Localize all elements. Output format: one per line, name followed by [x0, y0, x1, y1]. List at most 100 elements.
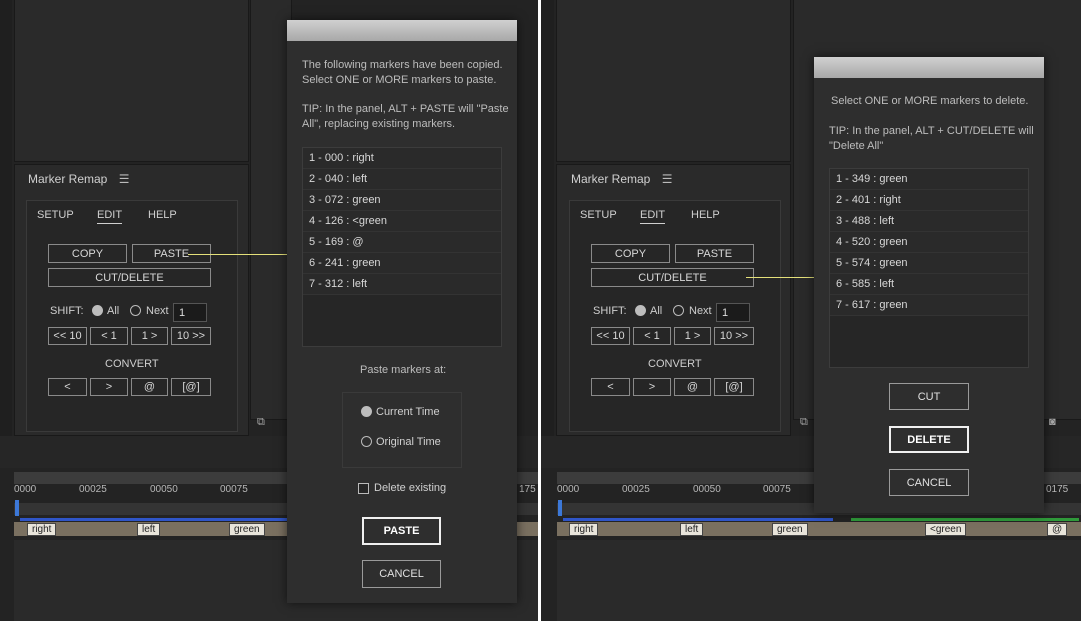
copy-button[interactable]: COPY	[48, 244, 127, 263]
current-time-label: Current Time	[376, 406, 440, 418]
tab-edit[interactable]: EDIT	[640, 209, 666, 224]
timeline-marker[interactable]: right	[27, 523, 57, 536]
cut-delete-button[interactable]: CUT/DELETE	[48, 268, 211, 287]
original-time-radio[interactable]	[361, 436, 372, 447]
delete-button[interactable]: DELETE	[889, 426, 969, 453]
list-item[interactable]: 5 - 574 : green	[830, 253, 1028, 274]
delete-dialog: Select ONE or MORE markers to delete. TI…	[814, 57, 1044, 513]
shift-amount-input[interactable]: 1	[716, 303, 750, 322]
playhead[interactable]	[558, 500, 562, 516]
tab-edit[interactable]: EDIT	[97, 209, 123, 224]
list-item[interactable]: 2 - 040 : left	[303, 169, 501, 190]
tick-label: 00025	[79, 484, 107, 495]
dialog-tip: TIP: In the panel, ALT + PASTE will "Pas…	[302, 103, 509, 130]
paste-at-label: Paste markers at:	[360, 364, 447, 376]
list-item[interactable]: 7 - 312 : left	[303, 274, 501, 295]
delete-existing-label: Delete existing	[374, 482, 447, 494]
convert-right-button[interactable]: >	[633, 378, 671, 396]
original-time-label: Original Time	[376, 436, 441, 448]
upper-left-pane	[14, 0, 249, 162]
shift-next-radio[interactable]	[130, 305, 141, 316]
list-item[interactable]: 1 - 000 : right	[303, 148, 501, 169]
timeline-marker[interactable]: <green	[925, 523, 967, 536]
camera-icon[interactable]: ◙	[1049, 416, 1056, 428]
paste-button[interactable]: PASTE	[675, 244, 754, 263]
tick-label: 0175	[1046, 484, 1069, 495]
cancel-button[interactable]: CANCEL	[889, 469, 969, 496]
convert-right-button[interactable]: >	[90, 378, 128, 396]
paste-confirm-button[interactable]: PASTE	[362, 517, 441, 545]
cancel-button[interactable]: CANCEL	[362, 560, 441, 588]
dialog-title-bar	[814, 57, 1044, 78]
timeline-marker[interactable]: right	[569, 523, 599, 536]
convert-bracket-at-button[interactable]: [@]	[714, 378, 754, 396]
shift-fwd-1-button[interactable]: 1 >	[131, 327, 168, 345]
shift-all-radio[interactable]	[635, 305, 646, 316]
tick-label: 0000	[557, 484, 580, 495]
tick-label: 00050	[150, 484, 178, 495]
dialog-intro: Select ONE or MORE markers to delete.	[831, 95, 1029, 107]
shift-fwd-10-button[interactable]: 10 >>	[171, 327, 211, 345]
shift-all-label: All	[107, 305, 120, 317]
left-edge	[0, 0, 12, 440]
tab-setup[interactable]: SETUP	[580, 209, 617, 221]
cut-button[interactable]: CUT	[889, 383, 969, 410]
convert-at-button[interactable]: @	[131, 378, 168, 396]
list-item[interactable]: 4 - 520 : green	[830, 232, 1028, 253]
shift-back-10-button[interactable]: << 10	[48, 327, 87, 345]
timeline-marker[interactable]: @	[1047, 523, 1068, 536]
hamburger-menu-icon[interactable]: ☰	[119, 172, 130, 186]
left-screenshot: Marker Remap ☰ SETUP EDIT HELP COPY PAST…	[0, 0, 541, 621]
panel-title: Marker Remap ☰	[571, 172, 672, 186]
convert-bracket-at-button[interactable]: [@]	[171, 378, 211, 396]
tick-label: 00025	[622, 484, 650, 495]
shift-fwd-10-button[interactable]: 10 >>	[714, 327, 754, 345]
green-track	[851, 518, 1079, 521]
timeline-marker[interactable]: green	[229, 523, 265, 536]
list-item[interactable]: 3 - 072 : green	[303, 190, 501, 211]
convert-at-button[interactable]: @	[674, 378, 711, 396]
convert-label: CONVERT	[105, 358, 159, 370]
copy-button[interactable]: COPY	[591, 244, 670, 263]
current-time-radio[interactable]	[361, 406, 372, 417]
timeline-marker[interactable]: green	[772, 523, 808, 536]
shift-next-radio[interactable]	[673, 305, 684, 316]
list-item[interactable]: 6 - 585 : left	[830, 274, 1028, 295]
shift-all-radio[interactable]	[92, 305, 103, 316]
tick-label: 00075	[763, 484, 791, 495]
upper-right-pane	[250, 0, 292, 420]
list-item[interactable]: 5 - 169 : @	[303, 232, 501, 253]
tab-help[interactable]: HELP	[691, 209, 720, 221]
list-item[interactable]: 7 - 617 : green	[830, 295, 1028, 316]
shift-back-10-button[interactable]: << 10	[591, 327, 630, 345]
list-item[interactable]: 2 - 401 : right	[830, 190, 1028, 211]
dialog-title-bar	[287, 20, 517, 41]
marker-list[interactable]: 1 - 349 : green 2 - 401 : right 3 - 488 …	[829, 168, 1029, 368]
tab-help[interactable]: HELP	[148, 209, 177, 221]
timeline-marker[interactable]: left	[680, 523, 704, 536]
delete-existing-checkbox[interactable]	[358, 483, 369, 494]
monitor-icon[interactable]: ⧉	[800, 416, 808, 429]
timeline-marker[interactable]: left	[137, 523, 161, 536]
convert-left-button[interactable]: <	[48, 378, 87, 396]
list-item[interactable]: 6 - 241 : green	[303, 253, 501, 274]
panel-title-text: Marker Remap	[28, 172, 108, 186]
tab-setup[interactable]: SETUP	[37, 209, 74, 221]
shift-label: SHIFT:	[50, 305, 84, 317]
shift-fwd-1-button[interactable]: 1 >	[674, 327, 711, 345]
shift-amount-input[interactable]: 1	[173, 303, 207, 322]
shift-back-1-button[interactable]: < 1	[633, 327, 671, 345]
convert-left-button[interactable]: <	[591, 378, 630, 396]
marker-list[interactable]: 1 - 000 : right 2 - 040 : left 3 - 072 :…	[302, 147, 502, 347]
list-item[interactable]: 1 - 349 : green	[830, 169, 1028, 190]
blue-track	[20, 518, 290, 521]
playhead[interactable]	[15, 500, 19, 516]
cut-delete-button[interactable]: CUT/DELETE	[591, 268, 754, 287]
shift-back-1-button[interactable]: < 1	[90, 327, 128, 345]
list-item[interactable]: 4 - 126 : <green	[303, 211, 501, 232]
list-item[interactable]: 3 - 488 : left	[830, 211, 1028, 232]
monitor-icon[interactable]: ⧉	[257, 416, 265, 429]
shift-next-label: Next	[146, 305, 169, 317]
connector-line	[188, 254, 292, 255]
hamburger-menu-icon[interactable]: ☰	[662, 172, 673, 186]
